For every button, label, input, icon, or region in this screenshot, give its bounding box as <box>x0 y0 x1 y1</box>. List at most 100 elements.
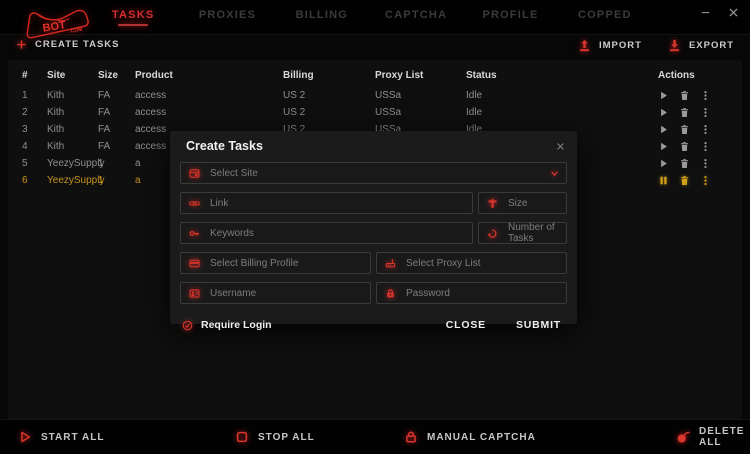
import-button[interactable]: IMPORT <box>578 39 642 52</box>
export-button[interactable]: EXPORT <box>668 39 734 52</box>
require-login-checkbox[interactable]: Require Login <box>182 319 272 331</box>
play-icon[interactable] <box>658 141 669 152</box>
tab-label: PROXIES <box>199 9 256 21</box>
captcha-lock-icon <box>404 430 418 444</box>
field-row: Keywords Number of Tasks <box>180 222 567 244</box>
bottom-item-label: STOP ALL <box>258 432 315 443</box>
table-header: #SiteSizeProductBillingProxy ListStatusA… <box>8 60 742 87</box>
column-header: # <box>22 70 47 81</box>
cell-site: Kith <box>47 90 98 101</box>
table-row[interactable]: 1KithFAaccessUS 2USSaIdle <box>8 87 742 104</box>
play-icon[interactable] <box>658 107 669 118</box>
field-placeholder: Username <box>210 288 256 299</box>
pause-icon[interactable] <box>658 175 669 186</box>
size-icon <box>487 198 498 209</box>
tab-billing[interactable]: BILLING <box>275 0 369 34</box>
size-field[interactable]: Size <box>478 192 567 214</box>
delete-all-button[interactable]: DELETE ALL <box>676 426 750 448</box>
kebab-icon[interactable] <box>700 175 711 186</box>
cell-num: 1 <box>22 90 47 101</box>
minimize-button[interactable] <box>696 3 714 21</box>
play-icon[interactable] <box>658 158 669 169</box>
cell-num: 5 <box>22 158 47 169</box>
bottom-item-label: DELETE ALL <box>699 426 750 448</box>
toolbar: CREATE TASKS IMPORT EXPORT <box>0 34 750 60</box>
kebab-icon[interactable] <box>700 107 711 118</box>
row-actions <box>658 90 742 101</box>
field-placeholder: Keywords <box>210 228 254 239</box>
field-row: LinkSize <box>180 192 567 214</box>
stop-icon <box>235 430 249 444</box>
select-billing-profile-field[interactable]: Select Billing Profile <box>180 252 371 274</box>
kebab-icon[interactable] <box>700 90 711 101</box>
cell-proxy: USSa <box>375 107 466 118</box>
password-icon <box>385 288 396 299</box>
trash-icon[interactable] <box>679 158 690 169</box>
logo-text: BOT <box>42 19 67 35</box>
table-row[interactable]: 2KithFAaccessUS 2USSaIdle <box>8 104 742 121</box>
stop-all-button[interactable]: STOP ALL <box>235 430 315 444</box>
password-field[interactable]: Password <box>376 282 567 304</box>
row-actions <box>658 124 742 135</box>
cell-billing: US 2 <box>283 107 375 118</box>
site-icon <box>189 168 200 179</box>
active-tab-underline <box>495 24 525 26</box>
trash-icon[interactable] <box>679 141 690 152</box>
tab-captcha[interactable]: CAPTCHA <box>369 0 463 34</box>
kebab-icon[interactable] <box>700 141 711 152</box>
select-site-field[interactable]: Select Site <box>180 162 567 184</box>
cell-num: 4 <box>22 141 47 152</box>
submit-button[interactable]: SUBMIT <box>516 319 561 331</box>
column-header: Proxy List <box>375 70 466 81</box>
play-icon[interactable] <box>658 124 669 135</box>
cell-product: access <box>135 107 283 118</box>
tab-tasks[interactable]: TASKS <box>86 0 180 34</box>
close-window-button[interactable] <box>724 3 742 21</box>
column-header: Actions <box>658 70 742 81</box>
tab-label: COPPED <box>578 9 632 21</box>
keywords-field[interactable]: Keywords <box>180 222 473 244</box>
select-proxy-list-field[interactable]: Select Proxy List <box>376 252 567 274</box>
import-export-tools: IMPORT EXPORT <box>578 39 734 52</box>
cell-site: Kith <box>47 124 98 135</box>
keywords-icon <box>189 228 200 239</box>
tab-proxies[interactable]: PROXIES <box>180 0 274 34</box>
cell-size: FA <box>98 90 135 101</box>
field-placeholder: Number of Tasks <box>508 222 558 244</box>
number-of-tasks-field[interactable]: Number of Tasks <box>478 222 567 244</box>
require-login-label: Require Login <box>201 319 272 331</box>
trash-icon[interactable] <box>679 175 690 186</box>
cell-site: YeezySupply <box>47 175 98 186</box>
main-nav: TASKS PROXIES BILLING CAPTCHA PROFILE COPPED <box>86 0 652 34</box>
column-header: Site <box>47 70 98 81</box>
cell-status: Idle <box>466 90 658 101</box>
start-all-button[interactable]: START ALL <box>18 430 104 444</box>
play-icon[interactable] <box>658 90 669 101</box>
modal-close-button[interactable] <box>556 142 565 151</box>
modal-buttons: CLOSE SUBMIT <box>446 319 561 331</box>
cell-proxy: USSa <box>375 90 466 101</box>
cell-size: FA <box>98 141 135 152</box>
column-header: Size <box>98 70 135 81</box>
row-actions <box>658 158 742 169</box>
tab-copped[interactable]: COPPED <box>558 0 652 34</box>
username-field[interactable]: Username <box>180 282 371 304</box>
row-actions <box>658 141 742 152</box>
link-field[interactable]: Link <box>180 192 473 214</box>
tab-profile[interactable]: PROFILE <box>463 0 557 34</box>
column-header: Product <box>135 70 283 81</box>
close-button[interactable]: CLOSE <box>446 319 486 331</box>
trash-icon[interactable] <box>679 107 690 118</box>
proxy-icon <box>385 258 396 269</box>
kebab-icon[interactable] <box>700 158 711 169</box>
kebab-icon[interactable] <box>700 124 711 135</box>
window-controls <box>696 3 742 21</box>
manual-captcha-button[interactable]: MANUAL CAPTCHA <box>404 430 536 444</box>
tab-label: CAPTCHA <box>385 9 447 21</box>
modal-header: Create Tasks <box>170 131 577 153</box>
field-placeholder: Select Billing Profile <box>210 258 298 269</box>
trash-icon[interactable] <box>679 90 690 101</box>
tab-label: PROFILE <box>482 9 538 21</box>
trash-icon[interactable] <box>679 124 690 135</box>
cell-num: 3 <box>22 124 47 135</box>
